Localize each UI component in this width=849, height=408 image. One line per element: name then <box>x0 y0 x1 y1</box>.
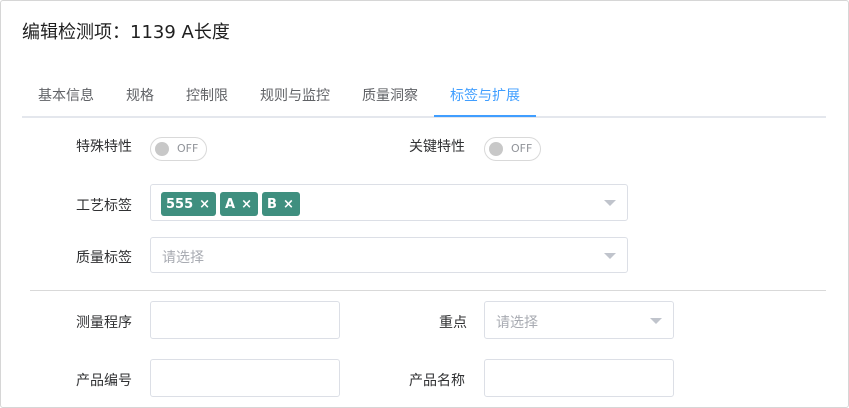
chevron-down-icon <box>604 253 616 259</box>
tag-555: 555 × <box>161 192 217 216</box>
tab-rules-monitoring[interactable]: 规则与监控 <box>260 85 330 105</box>
close-icon[interactable]: × <box>283 198 294 211</box>
tab-specs[interactable]: 规格 <box>126 85 154 105</box>
tab-control-limits[interactable]: 控制限 <box>186 85 228 105</box>
tag-label: 555 <box>166 196 194 212</box>
product-code-label: 产品编号 <box>76 373 132 389</box>
close-icon[interactable]: × <box>199 198 210 211</box>
product-name-label: 产品名称 <box>409 373 465 389</box>
special-feature-switch[interactable]: OFF <box>150 137 207 161</box>
edit-inspection-item-dialog: 编辑检测项：1139 A长度 基本信息 规格 控制限 规则与监控 质量洞察 标签… <box>0 0 849 408</box>
switch-knob <box>489 142 503 156</box>
process-tags-select[interactable]: 555 × A × B × <box>150 184 628 221</box>
tab-quality-insight[interactable]: 质量洞察 <box>362 85 418 105</box>
section-divider <box>30 290 826 291</box>
switch-knob <box>155 142 169 156</box>
select-placeholder: 请选择 <box>162 250 204 266</box>
tag-b: B × <box>262 192 300 216</box>
product-name-input[interactable] <box>484 359 674 397</box>
tag-a: A × <box>220 192 259 216</box>
measure-program-input[interactable] <box>150 301 340 339</box>
chevron-down-icon <box>604 200 616 206</box>
chevron-down-icon <box>650 318 662 324</box>
switch-state-text: OFF <box>511 142 533 155</box>
tag-label: A <box>225 196 236 212</box>
key-feature-label: 关键特性 <box>409 139 465 155</box>
tab-tags-extensions[interactable]: 标签与扩展 <box>450 85 520 105</box>
focus-label: 重点 <box>439 315 467 331</box>
quality-tags-select[interactable]: 请选择 <box>150 237 628 273</box>
tag-label: B <box>267 196 277 212</box>
active-tab-indicator <box>434 115 536 117</box>
tab-basic-info[interactable]: 基本信息 <box>38 85 94 105</box>
select-placeholder: 请选择 <box>496 315 538 331</box>
process-tags-label: 工艺标签 <box>76 198 132 214</box>
focus-select[interactable]: 请选择 <box>484 301 674 339</box>
measure-program-label: 测量程序 <box>76 315 132 331</box>
quality-tags-label: 质量标签 <box>76 250 132 266</box>
close-icon[interactable]: × <box>241 198 252 211</box>
tab-bar: 基本信息 规格 控制限 规则与监控 质量洞察 标签与扩展 <box>22 71 826 118</box>
key-feature-switch[interactable]: OFF <box>484 137 541 161</box>
switch-state-text: OFF <box>177 142 199 155</box>
selected-tags: 555 × A × B × <box>161 192 300 216</box>
product-code-input[interactable] <box>150 359 340 397</box>
dialog-title: 编辑检测项：1139 A长度 <box>22 22 230 43</box>
special-feature-label: 特殊特性 <box>76 139 132 155</box>
